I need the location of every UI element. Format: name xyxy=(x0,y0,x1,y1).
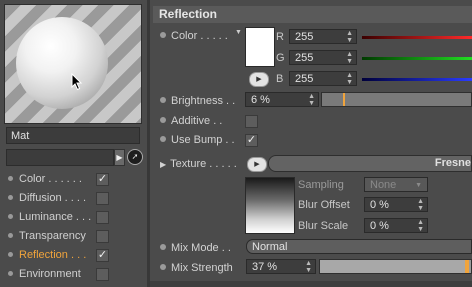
color-label: Color . . . . . xyxy=(160,29,228,43)
channel-label: Environment xyxy=(19,268,81,280)
channel-item[interactable]: Reflection . . . xyxy=(8,247,86,263)
blue-slider[interactable] xyxy=(362,78,472,81)
spinner-icon[interactable]: ▲ ▼ xyxy=(346,51,353,65)
material-name-field[interactable]: Mat xyxy=(6,127,140,144)
texture-preview[interactable] xyxy=(245,177,295,234)
arrow-cursor-icon xyxy=(71,73,83,91)
red-slider[interactable] xyxy=(362,36,472,39)
panel-title: Reflection xyxy=(153,6,472,23)
spinner-icon[interactable]: ▲ ▼ xyxy=(305,260,312,274)
channel-label: Color . . . . . . xyxy=(19,173,82,185)
brightness-label: Brightness . . xyxy=(160,94,235,108)
color-swatch[interactable] xyxy=(245,27,275,67)
pick-arrow-icon[interactable]: ➚ xyxy=(127,149,143,165)
bullet-icon xyxy=(8,252,13,257)
texture-label: ▶ Texture . . . . . xyxy=(160,158,237,170)
channel-checkbox[interactable] xyxy=(96,230,109,243)
bullet-icon xyxy=(8,214,13,219)
blur-scale-field[interactable]: 0 % ▲ ▼ xyxy=(364,218,428,233)
mix-strength-field[interactable]: 37 % ▲ ▼ xyxy=(246,259,316,274)
sampling-dropdown[interactable]: None ▼ xyxy=(364,177,428,192)
bottom-strip xyxy=(150,281,472,287)
bullet-icon xyxy=(8,233,13,238)
channel-label: Luminance . . . xyxy=(19,211,92,223)
channel-checkbox[interactable] xyxy=(96,211,109,224)
material-preview[interactable] xyxy=(4,4,142,124)
use-bump-label: Use Bump . . xyxy=(160,133,235,147)
mix-mode-dropdown[interactable]: Normal xyxy=(246,239,472,254)
chevron-down-icon: ▼ xyxy=(415,182,422,189)
mix-strength-slider[interactable] xyxy=(319,259,472,274)
slider-fill xyxy=(320,260,465,273)
spinner-icon[interactable]: ▲ ▼ xyxy=(346,72,353,86)
channel-item[interactable]: Color . . . . . . xyxy=(8,171,82,187)
animation-dot-icon[interactable] xyxy=(160,264,166,270)
texture-shader-bar[interactable]: Fresne xyxy=(268,155,472,172)
animation-dot-icon[interactable] xyxy=(160,32,166,38)
channel-label: Transparency xyxy=(19,230,86,242)
g-label: G xyxy=(276,52,285,64)
channel-label: Diffusion . . . . xyxy=(19,192,87,204)
animation-dot-icon[interactable] xyxy=(160,97,166,103)
b-value-field[interactable]: 255 ▲ ▼ xyxy=(289,71,357,86)
spinner-icon[interactable]: ▲ ▼ xyxy=(346,30,353,44)
green-slider[interactable] xyxy=(362,57,472,60)
channel-label: Reflection . . . xyxy=(19,249,87,261)
r-label: R xyxy=(276,31,284,43)
additive-label: Additive . . xyxy=(160,114,222,128)
channel-item[interactable]: Transparency xyxy=(8,228,86,244)
texture-menu-button[interactable]: ▶ xyxy=(247,157,267,172)
blur-offset-field[interactable]: 0 % ▲ ▼ xyxy=(364,197,428,212)
animation-dot-icon[interactable] xyxy=(160,244,166,250)
use-bump-checkbox[interactable]: ✓ xyxy=(245,134,258,147)
channel-checkbox[interactable] xyxy=(96,268,109,281)
sampling-label: Sampling xyxy=(298,179,344,191)
material-subfield[interactable] xyxy=(6,149,114,166)
brightness-slider[interactable] xyxy=(321,92,472,107)
material-sphere xyxy=(16,17,108,109)
play-arrow-icon[interactable]: ▶ xyxy=(114,149,125,166)
expand-arrow-icon[interactable]: ▶ xyxy=(160,160,166,169)
color-picker-button[interactable]: ▶ xyxy=(249,72,269,87)
channel-item[interactable]: Environment xyxy=(8,266,81,282)
bullet-icon xyxy=(8,195,13,200)
animation-dot-icon[interactable] xyxy=(160,136,166,142)
blur-offset-label: Blur Offset xyxy=(298,199,350,211)
additive-checkbox[interactable] xyxy=(245,115,258,128)
b-label: B xyxy=(276,73,284,85)
spinner-icon[interactable]: ▲ ▼ xyxy=(308,93,315,107)
channel-checkbox[interactable] xyxy=(96,192,109,205)
channel-item[interactable]: Luminance . . . xyxy=(8,209,91,225)
channel-checkbox[interactable]: ✓ xyxy=(96,249,109,262)
bullet-icon xyxy=(8,271,13,276)
mix-strength-label: Mix Strength xyxy=(160,261,233,275)
channel-item[interactable]: Diffusion . . . . xyxy=(8,190,86,206)
slider-knob[interactable] xyxy=(343,93,345,106)
bullet-icon xyxy=(8,176,13,181)
g-value-field[interactable]: 255 ▲ ▼ xyxy=(289,50,357,65)
spinner-icon[interactable]: ▲ ▼ xyxy=(417,198,424,212)
r-value-field[interactable]: 255 ▲ ▼ xyxy=(289,29,357,44)
blur-scale-label: Blur Scale xyxy=(298,220,349,232)
panel-divider xyxy=(147,0,150,287)
channel-checkbox[interactable]: ✓ xyxy=(96,173,109,186)
spinner-icon[interactable]: ▲ ▼ xyxy=(417,219,424,233)
mix-mode-label: Mix Mode . . xyxy=(160,241,231,255)
slider-knob[interactable] xyxy=(465,260,469,273)
animation-dot-icon[interactable] xyxy=(160,117,166,123)
brightness-field[interactable]: 6 % ▲ ▼ xyxy=(245,92,319,107)
triangle-down-icon[interactable]: ▼ xyxy=(235,29,242,36)
